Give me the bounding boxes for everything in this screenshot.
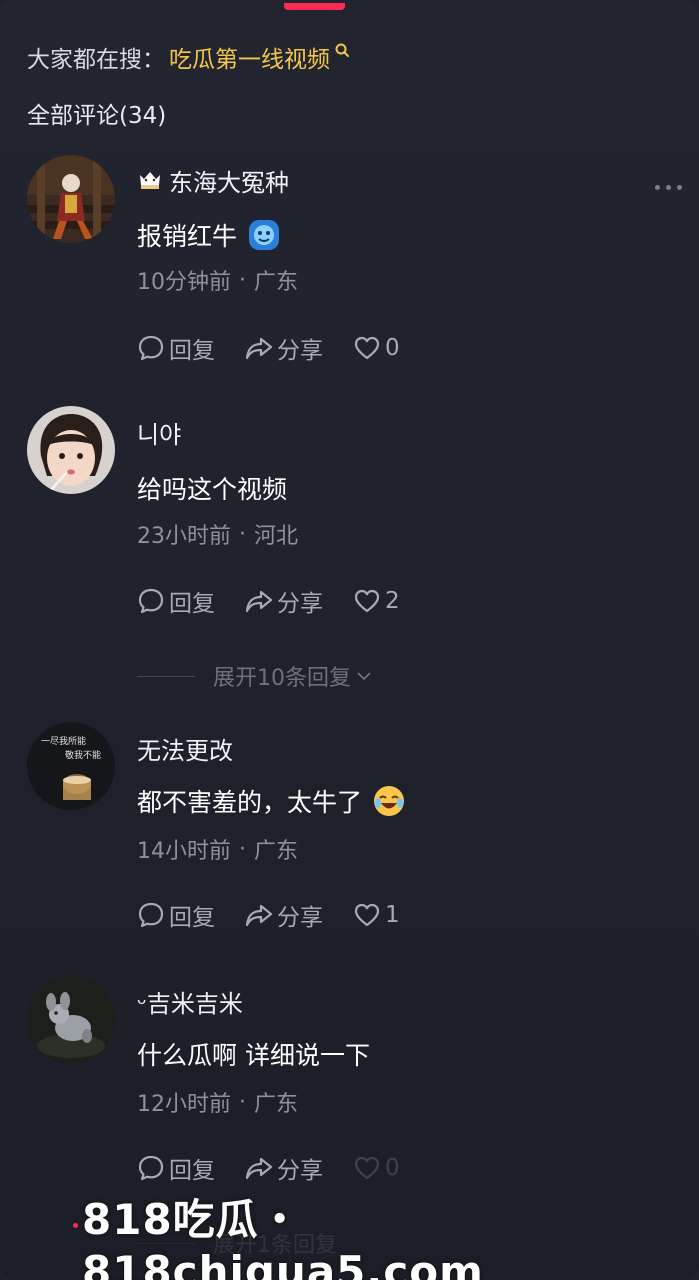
comment-actions: 回复 分享 0 xyxy=(137,1151,430,1185)
like-count: 1 xyxy=(385,902,400,928)
avatar[interactable] xyxy=(27,976,115,1064)
more-options-icon[interactable] xyxy=(655,185,682,190)
like-button[interactable]: 1 xyxy=(353,901,400,929)
comment-text: 什么瓜啊 详细说一下 xyxy=(137,1036,370,1072)
share-label: 分享 xyxy=(277,591,323,617)
avatar[interactable]: 一尽我所能 敬我不能 xyxy=(27,722,115,810)
avatar-caption-line-1: 一尽我所能 xyxy=(41,735,86,747)
like-count: 0 xyxy=(385,335,400,361)
comment-location: 广东 xyxy=(254,1092,299,1117)
drag-handle[interactable] xyxy=(284,3,345,10)
share-button[interactable]: 分享 xyxy=(245,584,323,618)
like-button[interactable]: 0 xyxy=(353,334,400,362)
search-icon xyxy=(335,43,349,57)
share-arrow-icon xyxy=(245,904,273,927)
meta-separator: · xyxy=(239,521,246,547)
share-arrow-icon xyxy=(245,590,273,613)
search-suggestion-term[interactable]: 吃瓜第一线视频 xyxy=(169,40,330,74)
reply-bubble-icon xyxy=(138,902,164,928)
username-text: 东海大冤种 xyxy=(169,168,289,197)
share-arrow-icon xyxy=(245,337,273,360)
like-button[interactable]: 0 xyxy=(353,1154,400,1182)
comments-panel: 大家都在搜： 吃瓜第一线视频 全部评论(34) 东海大冤种 报销红牛 10分钟前… xyxy=(0,0,699,1280)
comment-location: 广东 xyxy=(254,270,299,295)
reply-button[interactable]: 回复 xyxy=(137,584,215,618)
heart-icon xyxy=(354,336,380,360)
comment-time: 23小时前 xyxy=(137,524,231,549)
emoji-icon xyxy=(249,220,280,250)
heart-icon xyxy=(354,589,380,613)
expand-replies-label: 展开10条回复 xyxy=(213,666,351,691)
comment-body: 报销红牛 xyxy=(137,222,238,251)
reply-label: 回复 xyxy=(169,591,215,617)
comment-meta: 12小时前 · 广东 xyxy=(137,1087,299,1118)
username-text: 无法更改 xyxy=(137,736,233,765)
search-suggestion[interactable]: 大家都在搜： 吃瓜第一线视频 xyxy=(27,40,350,74)
avatar[interactable] xyxy=(27,155,115,243)
meta-separator: · xyxy=(239,267,246,293)
username[interactable]: 니야 xyxy=(137,415,181,449)
username[interactable]: 东海大冤种 xyxy=(137,163,289,197)
share-label: 分享 xyxy=(277,1158,323,1184)
heart-icon xyxy=(354,903,380,927)
share-button[interactable]: 分享 xyxy=(245,1151,323,1185)
meta-separator: · xyxy=(239,1089,246,1115)
reply-label: 回复 xyxy=(169,338,215,364)
comment-text: 都不害羞的，太牛了 xyxy=(137,783,406,819)
comment-text: 给吗这个视频 xyxy=(137,470,287,506)
avatar[interactable] xyxy=(27,406,115,494)
comment-meta: 23小时前 · 河北 xyxy=(137,519,299,550)
reply-label: 回复 xyxy=(169,905,215,931)
chevron-down-icon xyxy=(357,672,371,681)
comment-location: 广东 xyxy=(254,839,299,864)
comment-time: 12小时前 xyxy=(137,1092,231,1117)
comment-body: 什么瓜啊 详细说一下 xyxy=(137,1041,370,1070)
reply-label: 回复 xyxy=(169,1158,215,1184)
reply-button[interactable]: 回复 xyxy=(137,331,215,365)
expand-replies-button[interactable]: 展开10条回复 xyxy=(137,661,373,691)
divider-line xyxy=(137,675,195,677)
share-button[interactable]: 分享 xyxy=(245,898,323,932)
username[interactable]: ᵕ吉米吉米 xyxy=(137,984,243,1018)
share-label: 分享 xyxy=(277,905,323,931)
meta-separator: · xyxy=(239,836,246,862)
comment-meta: 10分钟前 · 广东 xyxy=(137,265,299,296)
comment-actions: 回复 分享 1 xyxy=(137,898,430,932)
like-count: 0 xyxy=(385,1155,400,1181)
comment-body: 都不害羞的，太牛了 xyxy=(137,788,363,817)
comment-count: 全部评论(34) xyxy=(27,103,167,129)
laughing-crying-emoji-icon xyxy=(374,786,405,816)
reply-bubble-icon xyxy=(138,588,164,614)
reply-button[interactable]: 回复 xyxy=(137,898,215,932)
like-button[interactable]: 2 xyxy=(353,587,400,615)
comment-actions: 回复 分享 0 xyxy=(137,331,430,365)
watermark-text: 818吃瓜・818chigua5.com xyxy=(82,1195,484,1280)
comment-time: 10分钟前 xyxy=(137,270,231,295)
watermark-dot xyxy=(73,1223,78,1228)
username[interactable]: 无法更改 xyxy=(137,731,233,765)
heart-icon xyxy=(354,1156,380,1180)
comment-time: 14小时前 xyxy=(137,839,231,864)
comment-meta: 14小时前 · 广东 xyxy=(137,834,299,865)
share-button[interactable]: 分享 xyxy=(245,331,323,365)
share-label: 分享 xyxy=(277,338,323,364)
comment-text: 报销红牛 xyxy=(137,217,281,253)
search-suggestion-prefix: 大家都在搜： xyxy=(27,47,165,73)
share-arrow-icon xyxy=(245,1157,273,1180)
reply-button[interactable]: 回复 xyxy=(137,1151,215,1185)
comment-location: 河北 xyxy=(254,524,299,549)
reply-bubble-icon xyxy=(138,1155,164,1181)
username-text: 니야 xyxy=(137,420,182,449)
crown-badge-icon xyxy=(140,172,160,189)
avatar-caption-line-2: 敬我不能 xyxy=(65,749,101,761)
username-text: ᵕ吉米吉米 xyxy=(137,989,243,1018)
comment-actions: 回复 分享 2 xyxy=(137,584,430,618)
like-count: 2 xyxy=(385,588,400,614)
reply-bubble-icon xyxy=(138,335,164,361)
comment-body: 给吗这个视频 xyxy=(137,475,288,504)
